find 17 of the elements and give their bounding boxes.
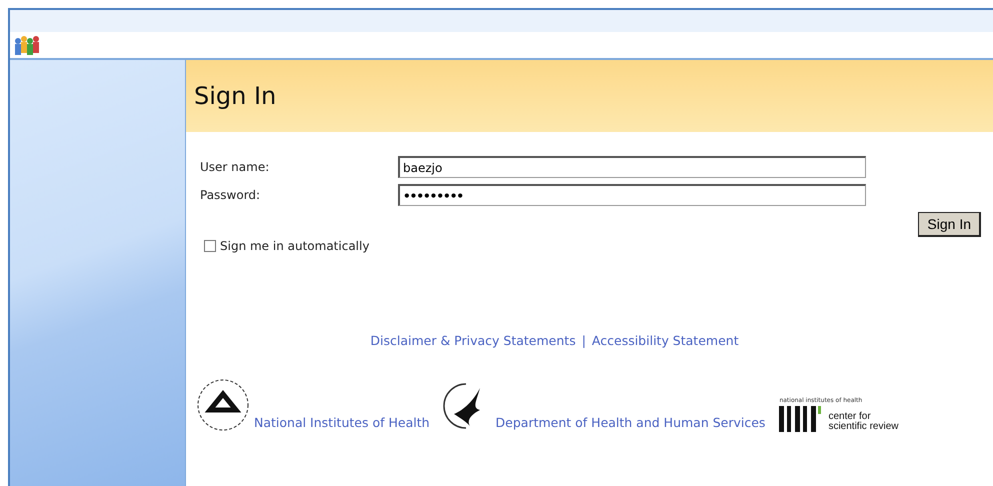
field-label: Password: — [200, 188, 262, 202]
agency-link[interactable]: National Institutes of Health — [254, 415, 430, 432]
seal-icon — [196, 378, 250, 432]
page-title: Sign In — [194, 82, 276, 110]
footer-link[interactable]: Disclaimer & Privacy Statements — [370, 333, 576, 348]
agency-link[interactable]: Department of Health and Human Services — [496, 415, 766, 432]
field-label: User name: — [200, 160, 270, 174]
csr-logo-icon — [779, 404, 824, 432]
username-field[interactable]: baezjo — [398, 156, 866, 178]
people-icon — [12, 34, 42, 56]
sign-in-button[interactable]: Sign In — [918, 212, 981, 237]
password-field[interactable]: ••••••••• — [398, 184, 866, 206]
checkbox-label: Sign me in automatically — [220, 239, 370, 253]
link-separator: | — [582, 333, 586, 348]
logo-text: center for scientific review — [828, 412, 898, 432]
checkbox[interactable] — [204, 240, 216, 252]
footer-link[interactable]: Accessibility Statement — [592, 333, 739, 348]
